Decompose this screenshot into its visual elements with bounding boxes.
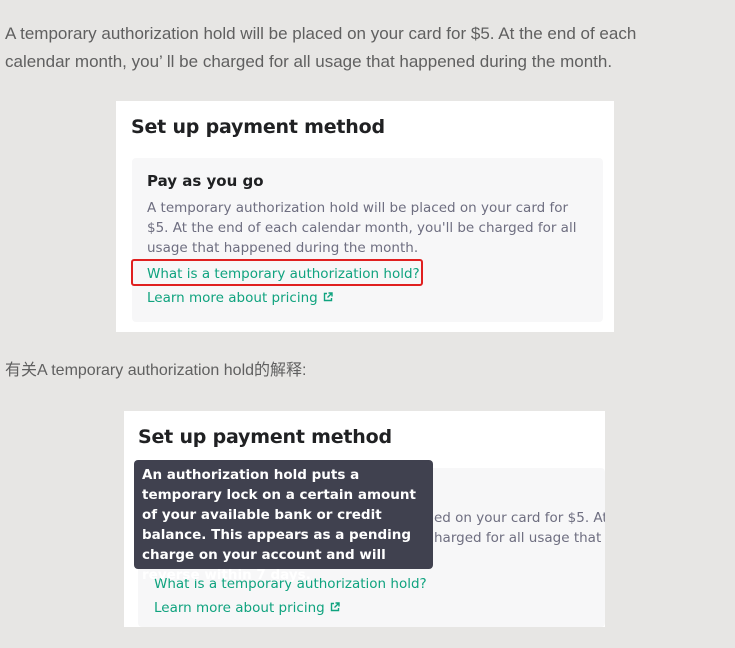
- pricing-link-label: Learn more about pricing: [154, 600, 325, 616]
- description-line-2: harged for all usage that: [434, 530, 602, 546]
- pricing-link-label: Learn more about pricing: [147, 290, 318, 306]
- external-link-icon: [323, 292, 333, 302]
- payment-method-screenshot-1: Set up payment method Pay as you go A te…: [116, 101, 614, 332]
- intro-line-2: calendar month, you’ ll be charged for a…: [5, 52, 613, 71]
- pricing-link[interactable]: Learn more about pricing: [154, 600, 340, 616]
- description-line-1: ed on your card for $5. At: [434, 510, 605, 526]
- highlight-annotation: [131, 259, 423, 286]
- explanation-note: 有关A temporary authorization hold的解释:: [5, 362, 307, 379]
- payment-method-screenshot-2: Set up payment method ed on your card fo…: [124, 411, 605, 627]
- intro-line-1: A temporary authorization hold will be p…: [5, 24, 637, 43]
- article-page: A temporary authorization hold will be p…: [0, 0, 735, 648]
- pay-as-you-go-panel: Pay as you go A temporary authorization …: [132, 158, 603, 322]
- pricing-link[interactable]: Learn more about pricing: [147, 290, 333, 306]
- modal-title: Set up payment method: [131, 116, 385, 138]
- intro-paragraph: A temporary authorization hold will be p…: [5, 20, 705, 76]
- external-link-icon: [330, 602, 340, 612]
- panel-heading: Pay as you go: [147, 172, 264, 190]
- panel-description: A temporary authorization hold will be p…: [147, 200, 577, 256]
- modal-title: Set up payment method: [138, 426, 392, 448]
- authorization-hold-tooltip: An authorization hold puts a temporary l…: [134, 460, 433, 583]
